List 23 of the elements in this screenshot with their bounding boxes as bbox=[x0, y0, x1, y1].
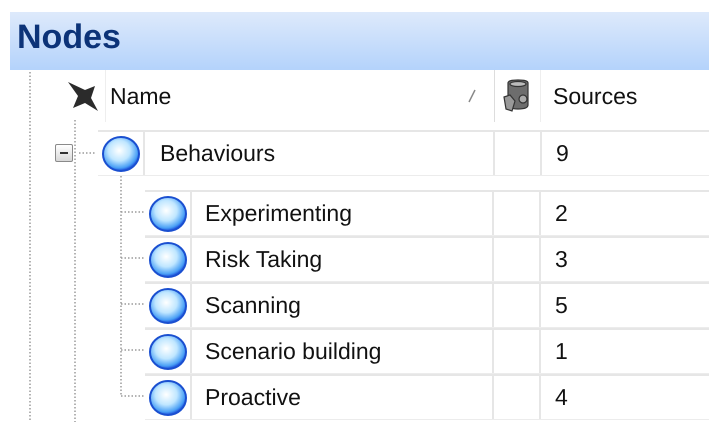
sources-count: 2 bbox=[555, 200, 568, 227]
column-header[interactable]: Sources bbox=[540, 70, 638, 122]
sources-count: 4 bbox=[555, 384, 568, 411]
node-icon bbox=[100, 134, 140, 174]
node-name: Proactive bbox=[205, 384, 301, 411]
sort-icon bbox=[468, 89, 476, 103]
node-icon bbox=[148, 194, 188, 234]
sources-count: 1 bbox=[555, 338, 568, 365]
node-name: Risk Taking bbox=[205, 246, 322, 273]
panel-title: Nodes bbox=[17, 18, 121, 56]
node-icon bbox=[148, 332, 188, 372]
column-header[interactable]: Name bbox=[105, 70, 495, 122]
node-name: Experimenting bbox=[205, 200, 352, 227]
collapse-toggle[interactable] bbox=[55, 144, 73, 162]
node-icon bbox=[148, 286, 188, 326]
sources-count: 5 bbox=[555, 292, 568, 319]
node-name: Scanning bbox=[205, 292, 301, 319]
sources-count: 9 bbox=[556, 140, 569, 167]
node-icon bbox=[148, 378, 188, 418]
node-name: Behaviours bbox=[160, 140, 276, 167]
sources-count: 3 bbox=[555, 246, 568, 273]
node-name: Scenario building bbox=[205, 338, 382, 365]
node-icon bbox=[148, 240, 188, 280]
